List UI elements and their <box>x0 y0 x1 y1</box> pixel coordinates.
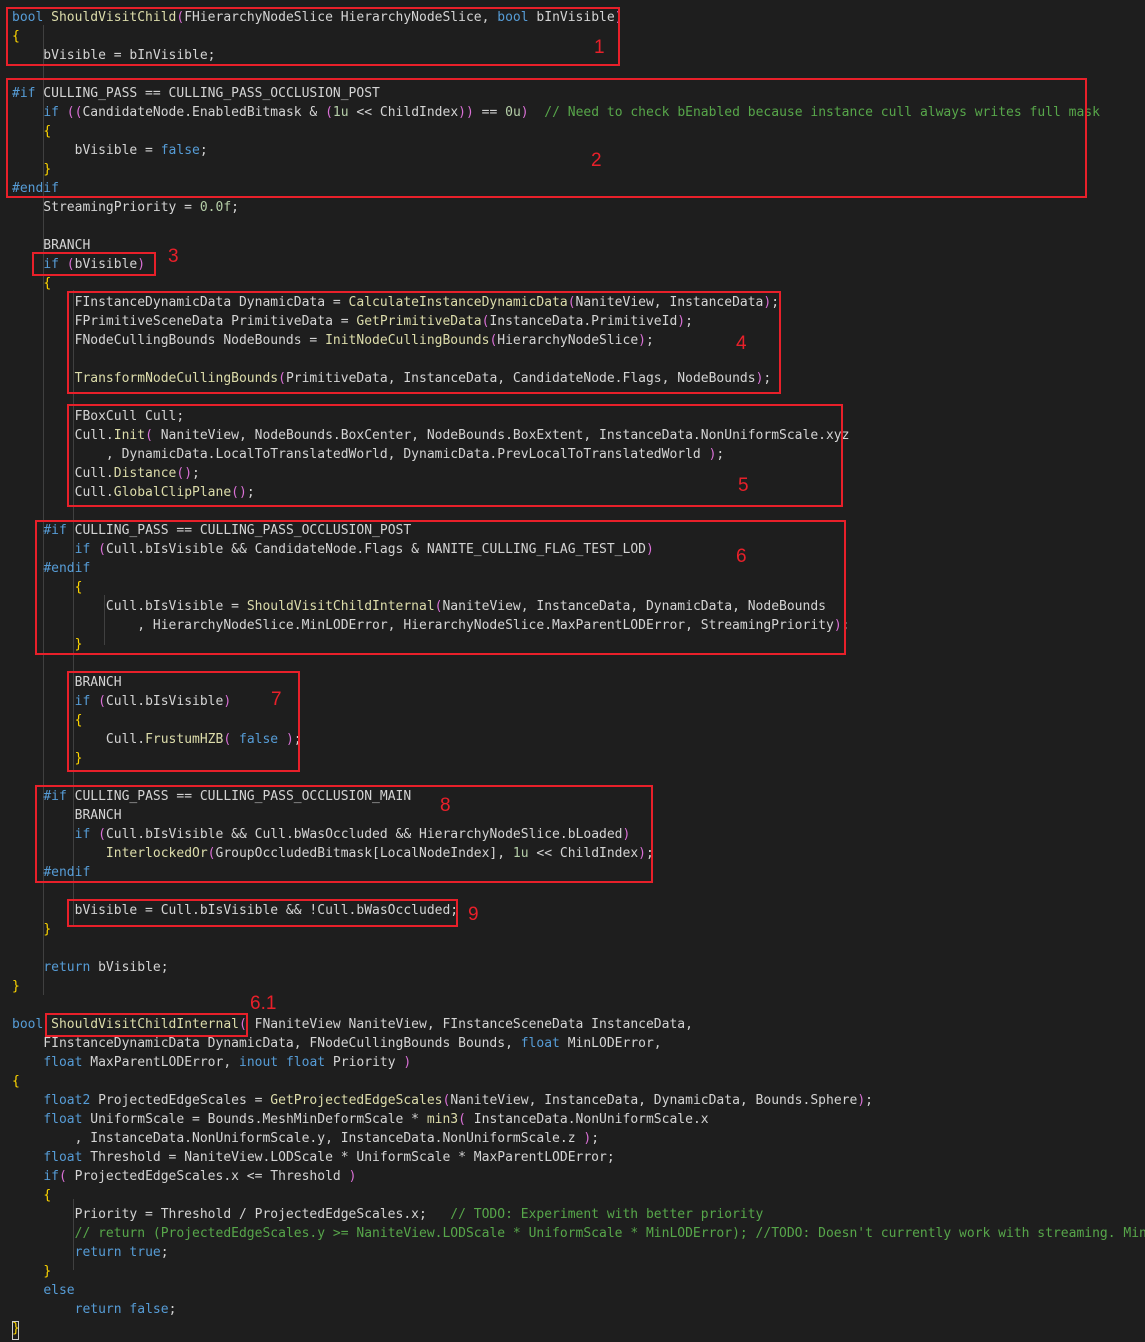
annotation-box <box>67 899 458 927</box>
annotation-box <box>35 785 653 883</box>
code-line[interactable]: { <box>12 1186 1145 1205</box>
annotation-label: 4 <box>736 333 747 354</box>
code-line[interactable]: if( ProjectedEdgeScales.x <= Threshold ) <box>12 1167 1145 1186</box>
code-line[interactable]: { <box>12 1072 1145 1091</box>
code-line[interactable]: return false; <box>12 1300 1145 1319</box>
code-line[interactable]: else <box>12 1281 1145 1300</box>
annotation-label: 2 <box>591 150 602 171</box>
code-line[interactable]: } <box>12 1319 1145 1338</box>
annotation-label: 5 <box>738 475 749 496</box>
code-line[interactable]: } <box>12 977 1145 996</box>
code-line[interactable]: float UniformScale = Bounds.MeshMinDefor… <box>12 1110 1145 1129</box>
code-line[interactable]: float MaxParentLODError, inout float Pri… <box>12 1053 1145 1072</box>
code-line[interactable]: float Threshold = NaniteView.LODScale * … <box>12 1148 1145 1167</box>
code-line[interactable] <box>12 939 1145 958</box>
annotation-box <box>32 252 156 276</box>
annotation-box <box>6 78 1087 198</box>
annotation-label: 3 <box>168 246 179 267</box>
annotation-box <box>45 1013 248 1037</box>
annotation-label: 6.1 <box>250 993 277 1014</box>
code-line[interactable]: StreamingPriority = 0.0f; <box>12 198 1145 217</box>
annotation-label: 6 <box>736 546 747 567</box>
annotation-box <box>35 520 846 655</box>
code-line[interactable]: // return (ProjectedEdgeScales.y >= Nani… <box>12 1224 1145 1243</box>
annotation-label: 8 <box>440 795 451 816</box>
code-line[interactable]: if (bVisible) <box>12 255 1145 274</box>
code-line[interactable]: return bVisible; <box>12 958 1145 977</box>
code-line[interactable]: } <box>12 1262 1145 1281</box>
code-editor[interactable]: bool ShouldVisitChild(FHierarchyNodeSlic… <box>0 0 1145 1342</box>
annotation-label: 9 <box>468 904 479 925</box>
annotation-box <box>67 291 781 394</box>
code-line[interactable]: return true; <box>12 1243 1145 1262</box>
annotation-label: 1 <box>594 37 605 58</box>
code-line[interactable] <box>12 217 1145 236</box>
annotation-label: 7 <box>271 689 282 710</box>
bracket-match-highlight <box>12 1321 19 1340</box>
code-line[interactable]: float2 ProjectedEdgeScales = GetProjecte… <box>12 1091 1145 1110</box>
annotation-box <box>67 671 300 772</box>
code-line[interactable]: Priority = Threshold / ProjectedEdgeScal… <box>12 1205 1145 1224</box>
code-line[interactable]: , InstanceData.NonUniformScale.y, Instan… <box>12 1129 1145 1148</box>
annotation-box <box>6 7 620 66</box>
code-line[interactable]: BRANCH <box>12 236 1145 255</box>
annotation-box <box>67 404 843 507</box>
